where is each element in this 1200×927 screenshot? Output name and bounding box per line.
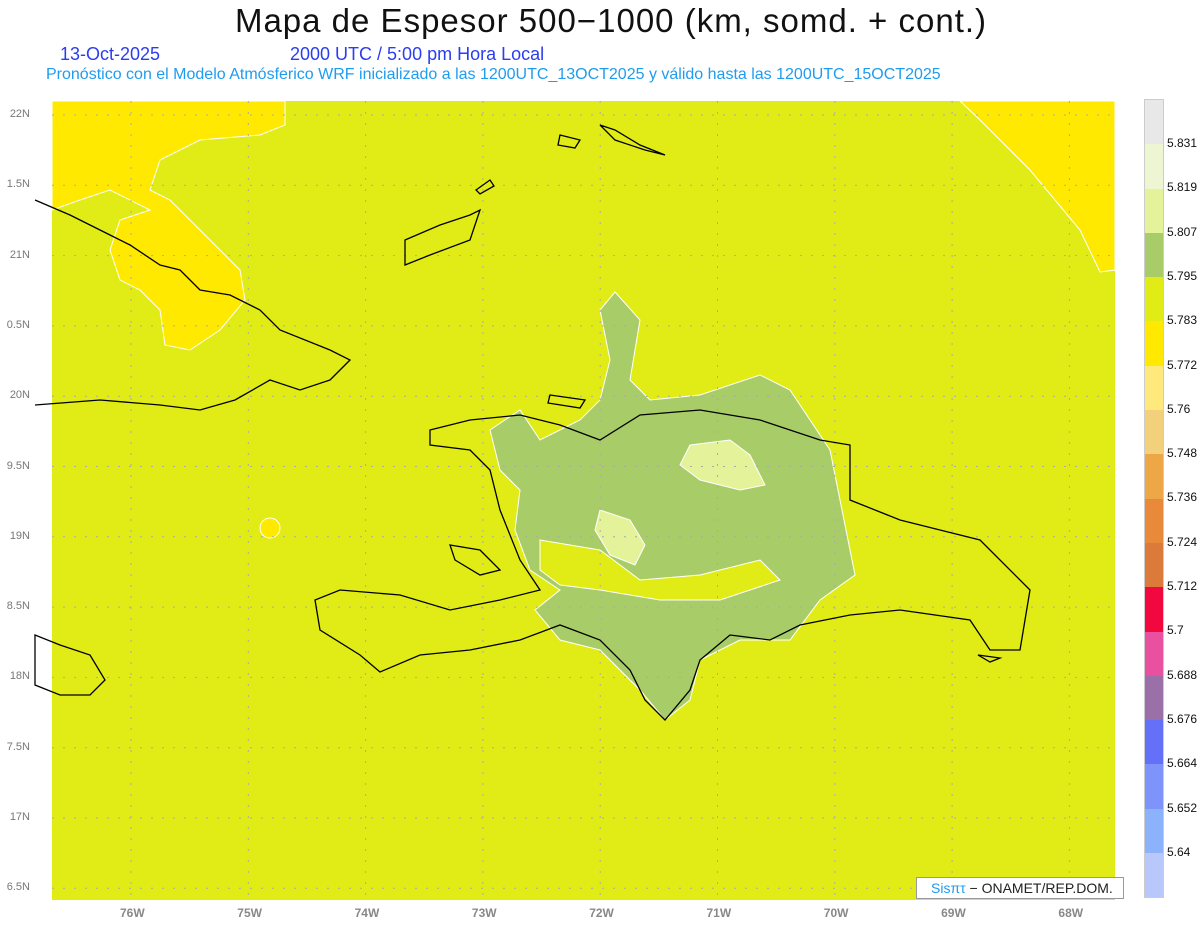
colorbar-bin	[1145, 675, 1163, 721]
colorbar-bin	[1145, 720, 1163, 765]
colorbar-bin	[1145, 144, 1163, 189]
colorbar-bin	[1145, 365, 1163, 411]
colorbar-label: 5.807	[1167, 224, 1198, 239]
colorbar-label: 5.76	[1167, 401, 1191, 416]
colorbar-bin	[1145, 188, 1163, 233]
colorbar-bin	[1145, 277, 1163, 322]
colorbar-bin	[1145, 100, 1163, 145]
colorbar-label: 5.831	[1167, 136, 1198, 150]
lon-label: 72W	[589, 906, 614, 920]
colorbar-bin	[1145, 410, 1163, 455]
lon-label: 68W	[1058, 906, 1084, 920]
lat-label: 22N	[9, 108, 30, 120]
lat-label: 7.5N	[6, 740, 30, 753]
colorbar-label: 5.748	[1167, 446, 1198, 461]
credit-text: − ONAMET/REP.DOM.	[969, 880, 1113, 896]
thickness-map	[34, 100, 1116, 900]
lat-label: 18N	[9, 670, 30, 683]
lat-label: 19N	[9, 529, 30, 542]
colorbar-label: 5.795	[1167, 268, 1198, 283]
colorbar-bin	[1145, 631, 1163, 676]
colorbar-label: 5.652	[1167, 800, 1198, 815]
lon-label: 73W	[471, 906, 497, 920]
lon-label: 76W	[120, 906, 145, 920]
lat-label: 1.5N	[6, 178, 30, 191]
colorbar-label: 5.7	[1167, 623, 1184, 638]
lon-label: 71W	[706, 906, 732, 920]
colorbar-label: 5.772	[1167, 357, 1198, 372]
colorbar-label: 5.724	[1167, 534, 1198, 549]
credit-brand: Sisπτ	[931, 880, 966, 896]
colorbar-bin	[1145, 454, 1163, 499]
colorbar-bin	[1145, 808, 1163, 854]
colorbar-label: 5.736	[1167, 490, 1198, 505]
lon-label: 75W	[237, 906, 262, 920]
lat-label: 21N	[9, 248, 30, 261]
lon-label: 70W	[823, 906, 849, 920]
colorbar-bin	[1145, 542, 1163, 588]
colorbar	[1144, 99, 1164, 899]
colorbar-label: 5.712	[1167, 579, 1198, 593]
colorbar-bin	[1145, 498, 1163, 543]
colorbar-bin	[1145, 853, 1163, 898]
lat-label: 0.5N	[6, 318, 30, 331]
colorbar-label: 5.676	[1167, 711, 1198, 726]
colorbar-bin	[1145, 232, 1163, 278]
colorbar-label: 5.783	[1167, 313, 1198, 328]
credit-box: Sisπτ − ONAMET/REP.DOM.	[916, 877, 1124, 899]
lat-label: 6.5N	[6, 881, 30, 894]
colorbar-label: 5.688	[1167, 667, 1198, 682]
colorbar-bin	[1145, 321, 1163, 366]
lon-label: 69W	[941, 906, 966, 920]
colorbar-label: 5.819	[1167, 180, 1198, 195]
colorbar-label: 5.664	[1167, 756, 1198, 771]
lat-label: 20N	[9, 389, 30, 402]
lat-label: 17N	[9, 811, 30, 823]
colorbar-bin	[1145, 764, 1163, 809]
lon-label: 74W	[354, 906, 380, 920]
lat-label: 9.5N	[6, 459, 30, 472]
yellow-spot	[259, 517, 281, 539]
colorbar-bin	[1145, 587, 1163, 632]
lat-label: 8.5N	[6, 600, 30, 613]
colorbar-label: 5.64	[1167, 844, 1191, 859]
